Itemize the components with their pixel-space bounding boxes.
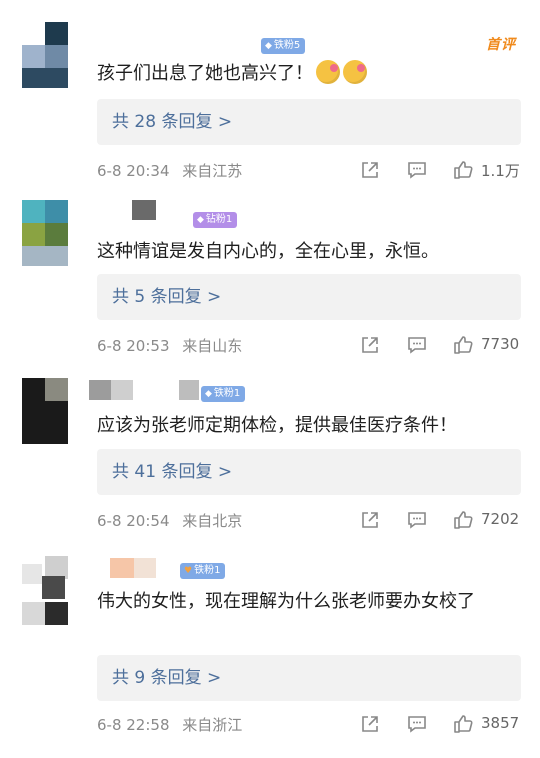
comment-text: 孩子们出息了她也高兴了！ [97, 60, 517, 88]
fan-badge-label: 钻粉1 [205, 214, 233, 225]
avatar[interactable] [22, 378, 68, 444]
like-icon[interactable] [452, 509, 474, 531]
share-icon[interactable] [359, 334, 381, 356]
emoji-icon [316, 60, 340, 84]
like-count: 1.1万 [481, 162, 520, 180]
diamond-icon: ◆ [205, 389, 212, 399]
comment-actions: 3857 [356, 713, 526, 735]
comment-item: ◆ 钻粉1 这种情谊是发自内心的，全在心里，永恒。 共 5 条回复 > 6-8 … [0, 200, 540, 370]
fan-badge[interactable]: ◆ 铁粉1 [201, 386, 246, 402]
share-icon[interactable] [359, 159, 381, 181]
comment-actions: 7730 [356, 334, 526, 356]
like-icon[interactable] [452, 334, 474, 356]
like-count: 7202 [481, 510, 520, 528]
fan-badge[interactable]: ◆ 钻粉1 [193, 212, 238, 228]
comment-time: 6-8 20:53 [97, 337, 170, 355]
comment-text: 这种情谊是发自内心的，全在心里，永恒。 [97, 241, 439, 262]
avatar[interactable] [22, 556, 68, 625]
heart-icon: ♥ [184, 566, 193, 576]
comment-item: ♥ 铁粉1 伟大的女性，现在理解为什么张老师要办女校了 共 9 条回复 > 6-… [0, 556, 540, 746]
comment-actions: 7202 [356, 509, 526, 531]
comment-meta: 6-8 20:34 来自江苏 [97, 160, 242, 181]
diamond-icon: ◆ [197, 215, 204, 225]
comment-time: 6-8 20:34 [97, 162, 170, 180]
comment-location: 来自山东 [182, 337, 243, 355]
comment-location: 来自江苏 [182, 162, 243, 180]
fan-badge[interactable]: ◆ 铁粉5 [261, 38, 306, 54]
avatar[interactable] [22, 22, 68, 88]
comment-meta: 6-8 20:54 来自北京 [97, 510, 242, 531]
comment-meta: 6-8 22:58 来自浙江 [97, 714, 242, 735]
comment-item: ◆ 铁粉5 孩子们出息了她也高兴了！ 共 28 条回复 > 6-8 20:34 … [0, 22, 540, 192]
like-icon[interactable] [452, 159, 474, 181]
comment-meta: 6-8 20:53 来自山东 [97, 335, 242, 356]
fan-badge-label: 铁粉1 [213, 388, 241, 399]
avatar[interactable] [22, 200, 68, 266]
like-icon[interactable] [452, 713, 474, 735]
view-replies-button[interactable]: 共 9 条回复 > [97, 655, 521, 701]
comment-icon[interactable] [406, 509, 428, 531]
comment-text-content: 孩子们出息了她也高兴了！ [97, 63, 313, 84]
comment-icon[interactable] [406, 713, 428, 735]
comment-icon[interactable] [406, 334, 428, 356]
fan-badge-label: 铁粉1 [194, 565, 221, 576]
like-count: 7730 [481, 335, 520, 353]
comment-icon[interactable] [406, 159, 428, 181]
comment-text: 应该为张老师定期体检，提供最佳医疗条件！ [97, 415, 457, 436]
comment-location: 来自北京 [182, 512, 243, 530]
comment-time: 6-8 20:54 [97, 512, 170, 530]
fan-badge-label: 铁粉5 [273, 40, 301, 51]
comment-actions: 1.1万 [356, 159, 526, 181]
view-replies-button[interactable]: 共 41 条回复 > [97, 449, 521, 495]
fan-badge[interactable]: ♥ 铁粉1 [180, 563, 226, 579]
view-replies-button[interactable]: 共 28 条回复 > [97, 99, 521, 145]
share-icon[interactable] [359, 713, 381, 735]
comment-item: ◆ 铁粉1 应该为张老师定期体检，提供最佳医疗条件！ 共 41 条回复 > 6-… [0, 378, 540, 538]
like-count: 3857 [481, 714, 520, 732]
comment-time: 6-8 22:58 [97, 716, 170, 734]
comment-text: 伟大的女性，现在理解为什么张老师要办女校了 [97, 591, 475, 612]
emoji-icon [343, 60, 367, 84]
diamond-icon: ◆ [265, 41, 272, 51]
view-replies-button[interactable]: 共 5 条回复 > [97, 274, 521, 320]
comment-location: 来自浙江 [182, 716, 243, 734]
share-icon[interactable] [359, 509, 381, 531]
